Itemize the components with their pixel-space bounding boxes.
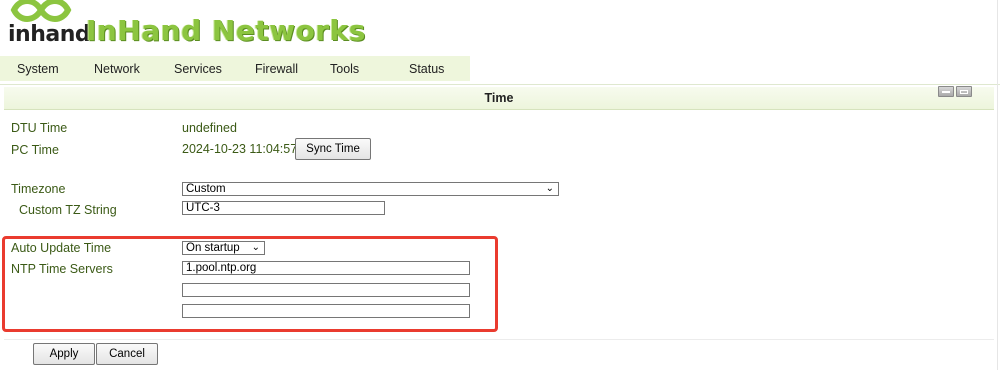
logo-wordmark: inhand xyxy=(8,22,91,47)
chevron-down-icon: ⌄ xyxy=(251,242,260,253)
sync-time-button[interactable]: Sync Time xyxy=(295,138,371,160)
custom-tz-label: Custom TZ String xyxy=(19,203,117,217)
auto-update-selected-value: On startup xyxy=(186,242,240,254)
timezone-select[interactable]: Custom ⌄ xyxy=(182,182,559,196)
auto-update-select[interactable]: On startup ⌄ xyxy=(182,241,265,255)
dtu-time-label: DTU Time xyxy=(11,121,68,135)
ntp-server-input-3[interactable] xyxy=(182,304,470,318)
ntp-server-input-2[interactable] xyxy=(182,283,470,297)
nav-divider xyxy=(0,84,1000,85)
chevron-down-icon: ⌄ xyxy=(545,183,554,194)
cancel-button[interactable]: Cancel xyxy=(96,343,158,365)
nav-tools[interactable]: Tools xyxy=(330,62,359,76)
main-nav: System Network Services Firewall Tools S… xyxy=(0,56,470,81)
dtu-time-value: undefined xyxy=(182,121,237,135)
apply-button[interactable]: Apply xyxy=(33,343,95,365)
pc-time-label: PC Time xyxy=(11,143,59,157)
custom-tz-input[interactable]: UTC-3 xyxy=(182,201,385,215)
timezone-label: Timezone xyxy=(11,182,66,196)
minimize-icon[interactable] xyxy=(938,86,954,97)
timezone-selected-value: Custom xyxy=(186,183,226,195)
nav-status[interactable]: Status xyxy=(409,62,444,76)
nav-firewall[interactable]: Firewall xyxy=(255,62,298,76)
auto-update-label: Auto Update Time xyxy=(11,241,112,255)
restore-icon[interactable] xyxy=(956,86,972,97)
divider xyxy=(4,339,994,340)
window-controls xyxy=(938,86,974,98)
nav-services[interactable]: Services xyxy=(174,62,222,76)
nav-network[interactable]: Network xyxy=(94,62,140,76)
frame-edge xyxy=(997,0,998,370)
pc-time-value: 2024-10-23 11:04:57 xyxy=(182,142,298,156)
page-title: Time xyxy=(484,91,514,105)
ntp-server-input-1[interactable]: 1.pool.ntp.org xyxy=(182,261,470,275)
nav-system[interactable]: System xyxy=(17,62,59,76)
brand-name: InHand Networks xyxy=(86,14,366,47)
ntp-servers-label: NTP Time Servers xyxy=(11,262,113,276)
section-header: Time xyxy=(4,87,994,110)
